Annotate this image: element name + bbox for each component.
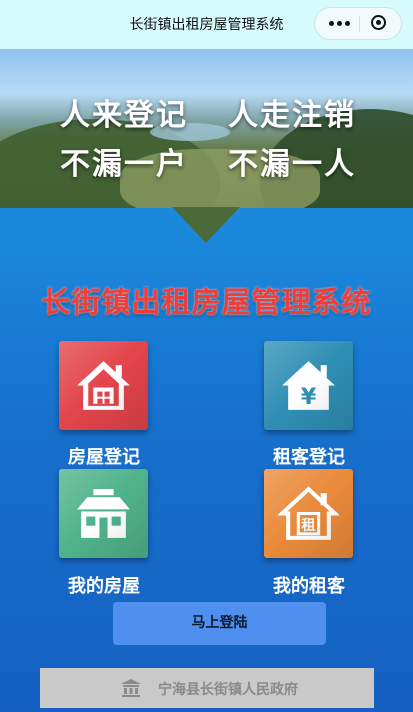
my-tenants-label: 我的租客 (273, 576, 345, 597)
footer-bar: 宁海县长街镇人民政府 (40, 668, 374, 708)
slogan-no-household-missed: 不漏一户 (60, 147, 188, 182)
my-houses-button[interactable] (59, 469, 148, 558)
my-tenants-button[interactable]: 租 (264, 469, 353, 558)
house-register-label: 房屋登记 (68, 447, 140, 468)
login-button[interactable]: 马上登陆 (113, 602, 326, 645)
government-building-icon (121, 679, 141, 697)
house-windows-icon (77, 489, 130, 538)
banner-pointer (172, 207, 240, 243)
house-yen-icon: ¥ (282, 361, 335, 410)
app-screen: 长街镇出租房屋管理系统 人来登记 人走注销 不漏一户 不漏一人 长街镇出租房屋管… (0, 0, 413, 712)
mini-program-capsule (314, 7, 402, 40)
target-circle-icon[interactable] (371, 15, 386, 30)
tenant-register-button[interactable]: ¥ (264, 341, 353, 430)
house-icon (77, 361, 130, 410)
system-title: 长街镇出租房屋管理系统 (41, 285, 372, 319)
more-dots-icon[interactable] (329, 21, 353, 27)
slogan-no-person-missed: 不漏一人 (228, 147, 356, 182)
capsule-divider (359, 16, 360, 32)
footer-text: 宁海县长街镇人民政府 (158, 682, 298, 698)
slogan-register: 人来登记 (60, 98, 188, 133)
house-rent-icon: 租 (278, 486, 339, 540)
svg-text:¥: ¥ (301, 384, 317, 410)
tenant-register-label: 租客登记 (273, 447, 345, 468)
my-houses-label: 我的房屋 (68, 576, 140, 597)
slogan-cancel: 人走注销 (228, 98, 356, 133)
banner-image: 人来登记 人走注销 不漏一户 不漏一人 (0, 49, 413, 208)
title-bar: 长街镇出租房屋管理系统 (0, 0, 413, 49)
svg-text:租: 租 (301, 517, 315, 534)
house-register-button[interactable] (59, 341, 148, 430)
